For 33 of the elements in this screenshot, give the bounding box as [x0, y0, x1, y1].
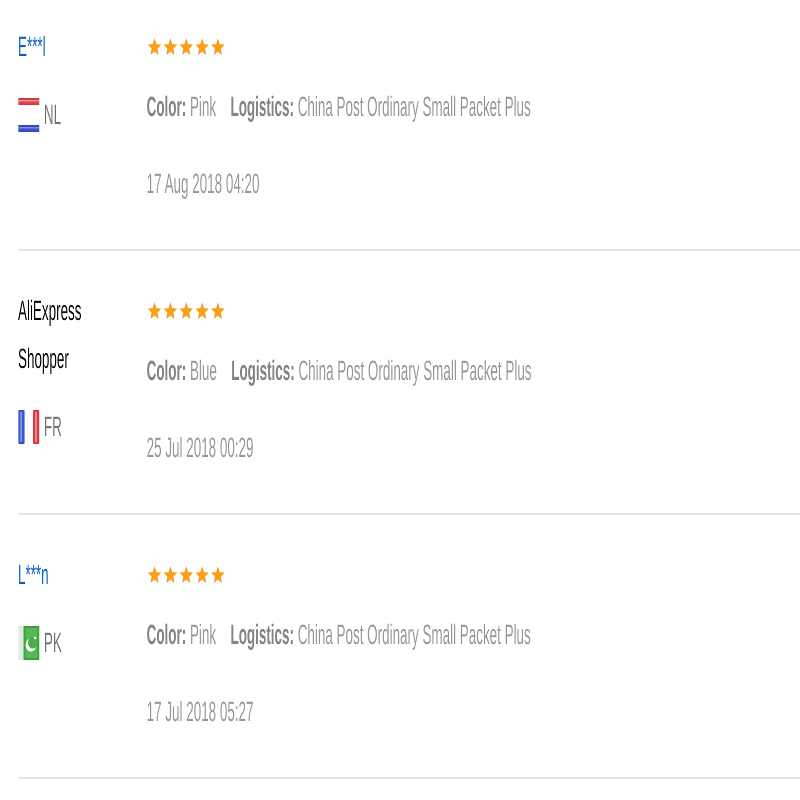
review-date: 17 Jul 2018 05:27 — [146, 695, 254, 729]
star-icon — [146, 301, 162, 321]
star-icon — [210, 565, 226, 585]
star-icon — [210, 37, 226, 57]
star-icon — [178, 565, 194, 585]
order-detail: Color:Pink — [146, 618, 216, 652]
flag-icon — [18, 98, 40, 132]
star-icon — [194, 565, 210, 585]
star-icon — [146, 37, 162, 57]
reviewer-name-link[interactable]: L***n — [18, 551, 49, 599]
star-icon — [162, 565, 178, 585]
order-detail: Logistics:China Post Ordinary Small Packet Plus — [231, 354, 532, 388]
star-icon — [210, 301, 226, 321]
order-detail: Logistics:China Post Ordinary Small Packet Plus — [230, 90, 531, 124]
order-detail: Color:Blue — [146, 354, 217, 388]
order-detail: Logistics:China Post Ordinary Small Packet Plus — [230, 618, 531, 652]
star-icon — [178, 301, 194, 321]
country-code: NL — [44, 98, 62, 132]
flag-icon — [18, 410, 40, 444]
order-detail: Color:Pink — [146, 90, 216, 124]
star-icon — [194, 37, 210, 57]
flag-icon — [18, 626, 40, 660]
star-icon — [162, 301, 178, 321]
review-date: 17 Aug 2018 04:20 — [146, 167, 260, 201]
star-icon — [162, 37, 178, 57]
review-date: 25 Jul 2018 00:29 — [146, 431, 254, 465]
reviewer-name-link[interactable]: E***l — [18, 23, 46, 71]
country-code: PK — [44, 626, 62, 660]
country-code: FR — [44, 410, 62, 444]
reviewer-name: AliExpress Shopper — [18, 294, 82, 376]
star-icon — [146, 565, 162, 585]
star-icon — [194, 301, 210, 321]
star-icon — [178, 37, 194, 57]
